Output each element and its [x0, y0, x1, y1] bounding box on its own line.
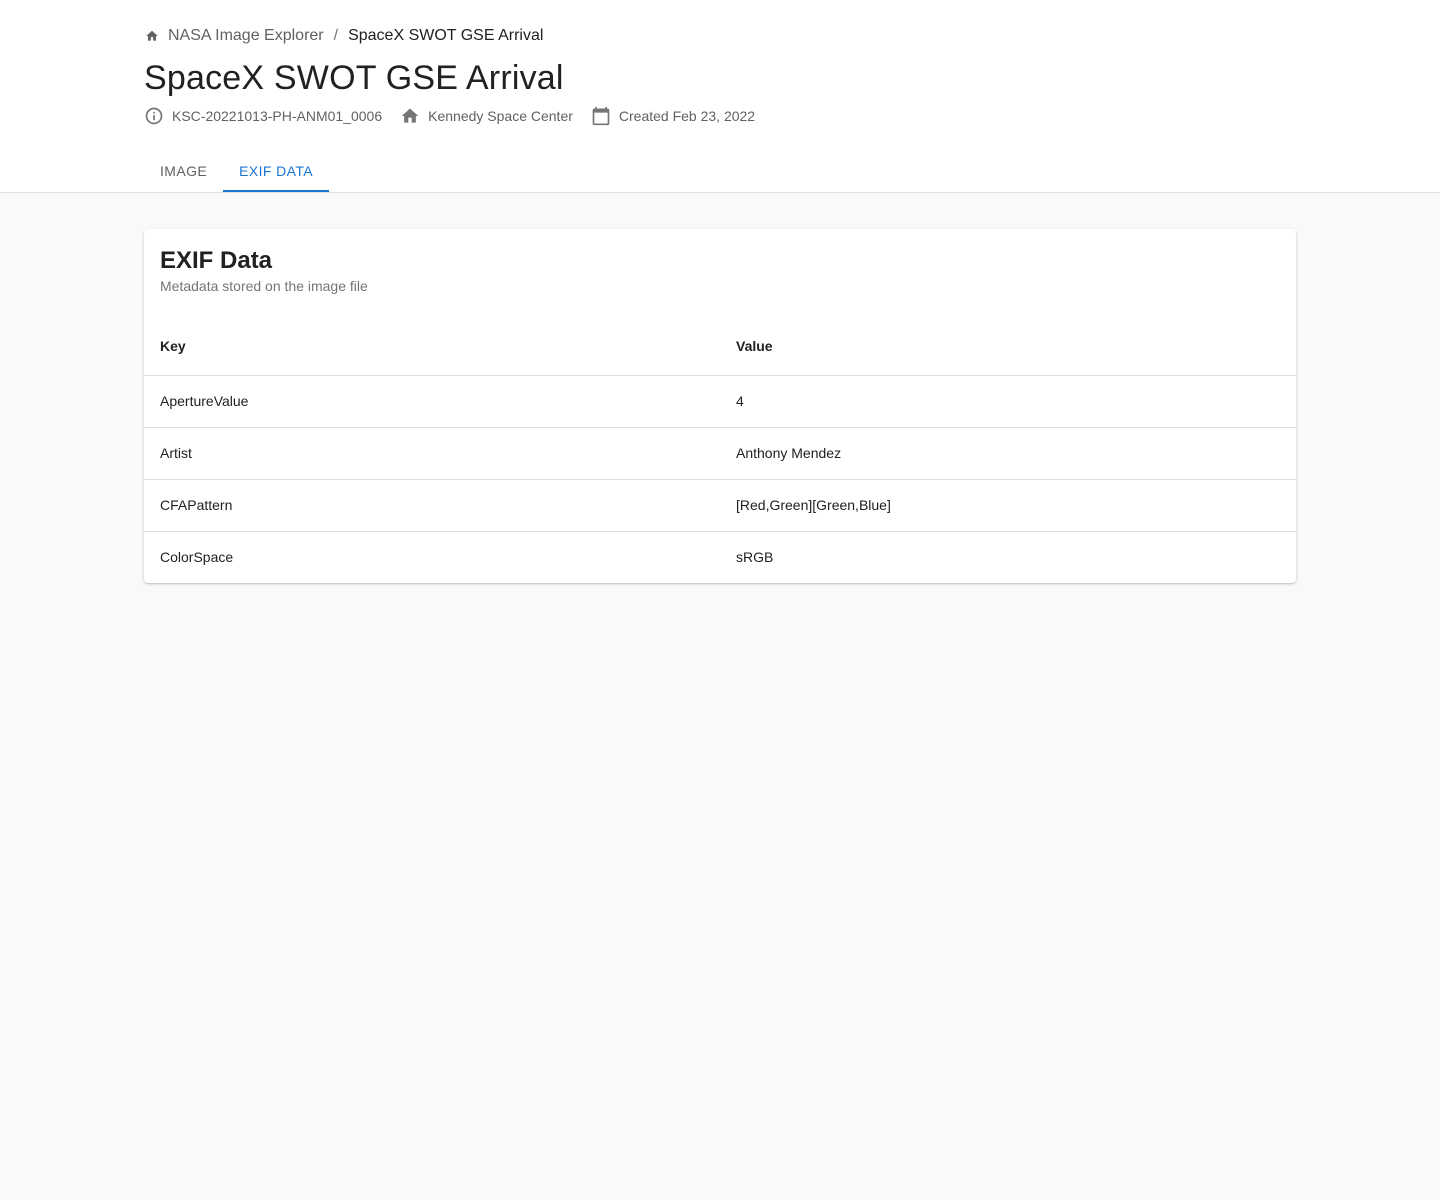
- meta-id-text: KSC-20221013-PH-ANM01_0006: [172, 108, 383, 124]
- page-title: SpaceX SWOT GSE Arrival: [144, 59, 564, 97]
- meta-created-text: Created Feb 23, 2022: [618, 108, 756, 124]
- table-cell-value: Anthony Mendez: [720, 427, 1296, 480]
- exif-card: EXIF Data Metadata stored on the image f…: [144, 229, 1296, 583]
- exif-card-title: EXIF Data: [160, 247, 273, 274]
- breadcrumb: NASA Image Explorer / SpaceX SWOT GSE Ar…: [144, 25, 543, 47]
- tab-image[interactable]: IMAGE: [144, 150, 223, 192]
- home-icon[interactable]: [144, 28, 160, 44]
- table-cell-value: 4: [720, 375, 1296, 428]
- meta-center-text: Kennedy Space Center: [428, 108, 573, 124]
- exif-table: Key Value ApertureValue 4 Artist Anthony…: [144, 318, 1296, 583]
- page-header: NASA Image Explorer / SpaceX SWOT GSE Ar…: [0, 0, 1440, 193]
- table-row: CFAPattern [Red,Green][Green,Blue]: [144, 479, 1296, 532]
- breadcrumb-current: SpaceX SWOT GSE Arrival: [348, 27, 544, 44]
- meta-center: Kennedy Space Center: [400, 106, 573, 126]
- column-header-value: Value: [720, 318, 1296, 376]
- tab-exif-data[interactable]: EXIF DATA: [223, 150, 329, 192]
- table-header-row: Key Value: [144, 318, 1296, 376]
- info-icon: [144, 106, 164, 126]
- meta-id: KSC-20221013-PH-ANM01_0006: [144, 106, 382, 126]
- table-cell-value: [Red,Green][Green,Blue]: [720, 479, 1296, 532]
- table-cell-key: ApertureValue: [144, 375, 720, 428]
- exif-card-subtitle: Metadata stored on the image file: [160, 278, 368, 294]
- column-header-key: Key: [144, 318, 720, 376]
- table-cell-key: ColorSpace: [160, 549, 234, 566]
- table-row: Artist Anthony Mendez: [144, 427, 1296, 480]
- table-row: ColorSpace sRGB: [144, 531, 1296, 583]
- meta-created: Created Feb 23, 2022: [591, 106, 755, 126]
- breadcrumb-root-link[interactable]: NASA Image Explorer: [168, 27, 324, 45]
- table-row: ApertureValue 4: [144, 375, 1296, 428]
- calendar-icon: [591, 106, 611, 126]
- table-cell-key: Artist: [144, 427, 720, 480]
- header-content: NASA Image Explorer / SpaceX SWOT GSE Ar…: [144, 0, 1296, 193]
- table-cell-key: CFAPattern: [144, 479, 720, 532]
- home-icon: [400, 106, 420, 126]
- tab-bar: IMAGE EXIF DATA: [144, 150, 329, 192]
- table-cell-value: sRGB: [736, 549, 774, 566]
- meta-row: KSC-20221013-PH-ANM01_0006 Kennedy Space…: [144, 106, 773, 126]
- breadcrumb-separator: /: [333, 27, 339, 44]
